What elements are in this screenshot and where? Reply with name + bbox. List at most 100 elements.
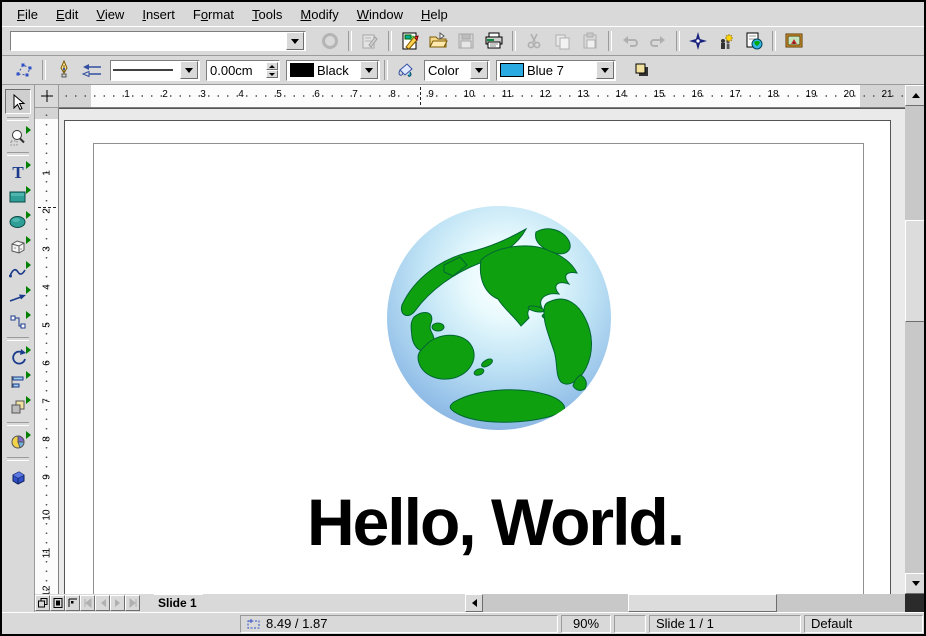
fill-style-select[interactable]: Color [424, 60, 490, 81]
zoom-level-value: 90% [573, 616, 599, 631]
wizard-button[interactable] [713, 28, 739, 54]
area-dialog-button[interactable] [393, 57, 419, 83]
hyperlink-button[interactable] [741, 28, 767, 54]
3d-object-tool-button[interactable] [5, 234, 31, 259]
master-mode-button[interactable] [65, 595, 80, 611]
ruler-number: 10 [41, 509, 52, 520]
flyout-arrow-icon [26, 431, 31, 439]
line-tool-button[interactable] [5, 284, 31, 309]
menu-insert[interactable]: Insert [133, 4, 184, 25]
alignment-tool-button[interactable] [5, 369, 31, 394]
first-slide-button[interactable] [80, 595, 95, 611]
globe-image[interactable] [386, 205, 612, 431]
slide-indicator-value: Slide 1 / 1 [656, 616, 714, 631]
navigator-button[interactable] [685, 28, 711, 54]
cursor-position-cell: 8.49 / 1.87 [240, 615, 558, 633]
shadow-button[interactable] [629, 57, 655, 83]
ruler-number: 17 [729, 89, 740, 100]
slide-mode-button[interactable] [50, 595, 65, 611]
url-dropdown-button[interactable] [286, 32, 304, 50]
menu-view[interactable]: View [87, 4, 133, 25]
scroll-left-button[interactable] [465, 594, 483, 612]
scroll-down-button[interactable] [905, 573, 926, 594]
line-color-select[interactable]: Black [286, 60, 380, 81]
paint-can-icon [396, 61, 416, 79]
menu-bar: File Edit View Insert Format Tools Modif… [2, 2, 924, 27]
url-combobox[interactable] [10, 31, 306, 51]
ruler-number: 19 [805, 89, 816, 100]
scroll-up-button[interactable] [905, 85, 926, 106]
text-tool-button[interactable]: T [5, 159, 31, 184]
rectangle-tool-button[interactable] [5, 184, 31, 209]
page-style-cell[interactable]: Default [804, 615, 923, 633]
line-width-field[interactable]: 0.00cm [206, 60, 280, 81]
flyout-arrow-icon [26, 371, 31, 379]
previous-slide-button[interactable] [95, 595, 110, 611]
line-style-dropdown-button[interactable] [180, 61, 198, 79]
undo-button[interactable] [617, 28, 643, 54]
open-button[interactable] [425, 28, 451, 54]
print-button[interactable] [481, 28, 507, 54]
menu-format[interactable]: Format [184, 4, 243, 25]
last-slide-button[interactable] [125, 595, 140, 611]
arrange-tool-button[interactable] [5, 394, 31, 419]
menu-tools[interactable]: Tools [243, 4, 291, 25]
paste-button[interactable] [577, 28, 603, 54]
pie-chart-icon [9, 434, 27, 450]
menu-help[interactable]: Help [412, 4, 457, 25]
line-dialog-button[interactable] [51, 57, 77, 83]
cut-button[interactable] [521, 28, 547, 54]
line-style-select[interactable] [110, 60, 200, 81]
slide-tab[interactable]: Slide 1 [146, 594, 211, 612]
insert-tool-button[interactable] [5, 429, 31, 454]
horizontal-scrollbar[interactable] [465, 594, 926, 612]
slide-title-text[interactable]: Hello, World. [307, 484, 683, 560]
menu-edit[interactable]: Edit [47, 4, 87, 25]
ruler-origin-icon [41, 90, 53, 102]
menu-window[interactable]: Window [348, 4, 412, 25]
ruler-cursor-line [38, 207, 56, 208]
ruler-number: 10 [463, 89, 474, 100]
zoom-tool-button[interactable] [5, 124, 31, 149]
ruler-number: 16 [691, 89, 702, 100]
layer-mode-button[interactable] [35, 595, 50, 611]
ruler-corner-button[interactable] [35, 85, 59, 108]
connector-tool-button[interactable] [5, 309, 31, 334]
copy-button[interactable] [549, 28, 575, 54]
ruler-number: 7 [41, 398, 52, 404]
horizontal-ruler[interactable]: 123456789101112131415161718192021 [59, 85, 905, 108]
ruler-number: 2 [162, 89, 168, 100]
save-button[interactable] [453, 28, 479, 54]
vertical-ruler[interactable]: 123456789101112 [35, 108, 59, 594]
line-width-spinner[interactable] [266, 62, 278, 78]
edit-points-button[interactable] [11, 57, 37, 83]
gallery-button[interactable] [781, 28, 807, 54]
chevron-down-icon [365, 68, 373, 73]
fill-color-select[interactable]: Blue 7 [496, 60, 616, 81]
menu-file[interactable]: File [8, 4, 47, 25]
rotate-icon [9, 348, 27, 366]
arrow-style-button[interactable] [79, 57, 105, 83]
menu-modify[interactable]: Modify [291, 4, 347, 25]
undo-icon [620, 32, 640, 50]
new-document-button[interactable] [397, 28, 423, 54]
edit-file-button[interactable] [357, 28, 383, 54]
vertical-scrollbar[interactable] [905, 85, 926, 594]
curve-tool-button[interactable] [5, 259, 31, 284]
vertical-scroll-thumb[interactable] [905, 220, 926, 322]
line-color-dropdown-button[interactable] [360, 61, 378, 79]
select-tool-button[interactable] [5, 89, 31, 114]
zoom-level-cell[interactable]: 90% [561, 615, 611, 633]
stop-button[interactable] [317, 28, 343, 54]
redo-button[interactable] [645, 28, 671, 54]
svg-text:T: T [12, 163, 24, 181]
fill-style-dropdown-button[interactable] [470, 61, 488, 79]
ruler-number: 1 [41, 170, 52, 176]
horizontal-scroll-thumb[interactable] [628, 594, 777, 612]
3d-controller-button[interactable] [5, 464, 31, 489]
rotate-tool-button[interactable] [5, 344, 31, 369]
slide-canvas[interactable]: Hello, World. [59, 108, 905, 594]
ellipse-tool-button[interactable] [5, 209, 31, 234]
fill-color-dropdown-button[interactable] [596, 61, 614, 79]
next-slide-button[interactable] [110, 595, 125, 611]
